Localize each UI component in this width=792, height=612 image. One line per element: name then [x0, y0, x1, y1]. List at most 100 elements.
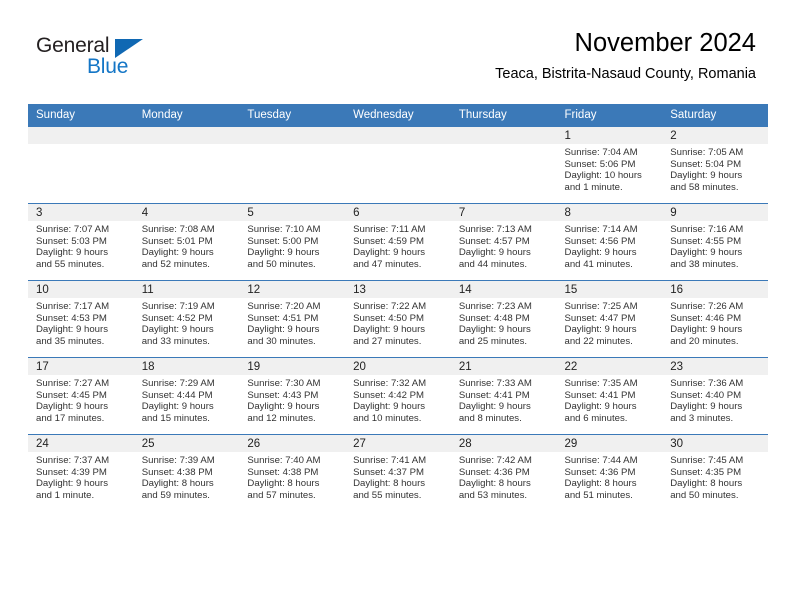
calendar-day-cell[interactable]: 20 Sunrise: 7:32 AM Sunset: 4:42 PM Dayligh…: [345, 357, 451, 435]
calendar-day-cell[interactable]: 29 Sunrise: 7:44 AM Sunset: 4:36 PM Dayligh…: [556, 434, 663, 511]
sunrise-time: Sunrise: 7:11 AM: [353, 224, 426, 235]
calendar-day-cell[interactable]: 27 Sunrise: 7:41 AM Sunset: 4:37 PM Dayligh…: [345, 434, 451, 511]
daylight-line-2: and 38 minutes.: [670, 258, 739, 270]
weekday-header-saturday: Saturday: [662, 104, 768, 127]
daylight-line-1: Daylight: 9 hours: [670, 170, 743, 182]
sunset-time: Sunset: 4:47 PM: [564, 312, 636, 324]
weekday-header-wednesday: Wednesday: [345, 104, 451, 127]
sunrise-time: Sunrise: 7:36 AM: [670, 378, 744, 389]
day-number: 20: [345, 358, 451, 375]
calendar-day-cell[interactable]: 4 Sunrise: 7:08 AM Sunset: 5:01 PM Daylight…: [133, 203, 240, 281]
calendar-day-cell[interactable]: 14 Sunrise: 7:23 AM Sunset: 4:48 PM Dayligh…: [450, 280, 557, 358]
day-details: Sunrise: 7:20 AM Sunset: 4:51 PM Daylight:…: [239, 298, 345, 347]
day-number: 29: [556, 435, 663, 452]
calendar-day-cell[interactable]: 23 Sunrise: 7:36 AM Sunset: 4:40 PM Dayligh…: [662, 357, 768, 435]
day-number: 16: [662, 281, 768, 298]
sunset-time: Sunset: 4:38 PM: [141, 466, 213, 478]
sunrise-time: Sunrise: 7:14 AM: [564, 224, 638, 235]
sunset-time: Sunset: 4:35 PM: [670, 466, 742, 478]
calendar-day-cell[interactable]: 16 Sunrise: 7:26 AM Sunset: 4:46 PM Dayligh…: [662, 280, 768, 358]
calendar-day-cell[interactable]: 7 Sunrise: 7:13 AM Sunset: 4:57 PM Daylight…: [450, 203, 557, 281]
calendar-day-cell[interactable]: 13 Sunrise: 7:22 AM Sunset: 4:50 PM Dayligh…: [345, 280, 451, 358]
calendar-day-cell[interactable]: 8 Sunrise: 7:14 AM Sunset: 4:56 PM Daylight…: [556, 203, 663, 281]
sunset-time: Sunset: 4:38 PM: [247, 466, 319, 478]
calendar-day-cell[interactable]: 12 Sunrise: 7:20 AM Sunset: 4:51 PM Dayligh…: [239, 280, 346, 358]
calendar-day-cell[interactable]: 28 Sunrise: 7:42 AM Sunset: 4:36 PM Dayligh…: [450, 434, 557, 511]
daylight-line-2: and 57 minutes.: [247, 489, 316, 501]
calendar-day-cell[interactable]: 26 Sunrise: 7:40 AM Sunset: 4:38 PM Dayligh…: [239, 434, 346, 511]
day-number: [28, 127, 134, 144]
calendar-day-cell[interactable]: 2 Sunrise: 7:05 AM Sunset: 5:04 PM Daylight…: [662, 127, 768, 204]
calendar-day-cell[interactable]: 21 Sunrise: 7:33 AM Sunset: 4:41 PM Dayligh…: [450, 357, 557, 435]
day-details: Sunrise: 7:29 AM Sunset: 4:44 PM Daylight:…: [134, 375, 240, 424]
day-details: Sunrise: 7:37 AM Sunset: 4:39 PM Daylight:…: [28, 452, 134, 501]
calendar-day-cell[interactable]: 15 Sunrise: 7:25 AM Sunset: 4:47 PM Dayligh…: [556, 280, 663, 358]
sunset-time: Sunset: 5:06 PM: [564, 158, 636, 170]
day-number: [450, 127, 557, 144]
daylight-line-1: Daylight: 9 hours: [458, 324, 531, 336]
daylight-line-1: Daylight: 9 hours: [564, 247, 637, 259]
day-details: Sunrise: 7:39 AM Sunset: 4:38 PM Daylight:…: [134, 452, 240, 501]
day-number: 24: [28, 435, 134, 452]
sunrise-time: Sunrise: 7:07 AM: [36, 224, 110, 235]
calendar-day-cell[interactable]: 9 Sunrise: 7:16 AM Sunset: 4:55 PM Daylight…: [662, 203, 768, 281]
day-number: 2: [662, 127, 768, 144]
sunset-time: Sunset: 4:41 PM: [564, 389, 636, 401]
calendar-day-cell[interactable]: 24 Sunrise: 7:37 AM Sunset: 4:39 PM Dayligh…: [28, 434, 134, 511]
calendar-day-cell[interactable]: 19 Sunrise: 7:30 AM Sunset: 4:43 PM Dayligh…: [239, 357, 346, 435]
calendar-day-cell[interactable]: 17 Sunrise: 7:27 AM Sunset: 4:45 PM Dayligh…: [28, 357, 134, 435]
sunrise-time: Sunrise: 7:42 AM: [458, 455, 532, 466]
sunset-time: Sunset: 4:42 PM: [353, 389, 425, 401]
sunrise-time: Sunrise: 7:13 AM: [458, 224, 532, 235]
day-number: 21: [450, 358, 557, 375]
weekday-header-sunday: Sunday: [28, 104, 134, 127]
calendar-header-row: Sunday Monday Tuesday Wednesday Thursday…: [28, 104, 768, 127]
weekday-header-tuesday: Tuesday: [239, 104, 346, 127]
daylight-line-1: Daylight: 9 hours: [247, 324, 320, 336]
calendar-day-cell[interactable]: 3 Sunrise: 7:07 AM Sunset: 5:03 PM Daylight…: [28, 203, 134, 281]
daylight-line-1: Daylight: 9 hours: [458, 401, 531, 413]
daylight-line-1: Daylight: 9 hours: [141, 324, 214, 336]
sunset-time: Sunset: 4:50 PM: [353, 312, 425, 324]
calendar-day-cell[interactable]: 18 Sunrise: 7:29 AM Sunset: 4:44 PM Dayligh…: [133, 357, 240, 435]
day-number: 10: [28, 281, 134, 298]
daylight-line-1: Daylight: 10 hours: [564, 170, 642, 182]
sunrise-time: Sunrise: 7:27 AM: [36, 378, 110, 389]
daylight-line-1: Daylight: 9 hours: [36, 324, 108, 336]
brand-logo[interactable]: General Blue: [36, 34, 166, 82]
sunset-time: Sunset: 4:51 PM: [247, 312, 319, 324]
calendar-day-cell[interactable]: 11 Sunrise: 7:19 AM Sunset: 4:52 PM Dayligh…: [133, 280, 240, 358]
page-title: November 2024: [574, 29, 756, 57]
daylight-line-2: and 17 minutes.: [36, 412, 105, 424]
day-number: 28: [450, 435, 557, 452]
calendar-day-cell[interactable]: 1 Sunrise: 7:04 AM Sunset: 5:06 PM Daylight…: [556, 127, 663, 204]
sunrise-time: Sunrise: 7:19 AM: [141, 301, 215, 312]
daylight-line-2: and 41 minutes.: [564, 258, 633, 270]
calendar-day-cell-empty: [28, 127, 134, 204]
day-number: 17: [28, 358, 134, 375]
day-number: 4: [133, 204, 240, 221]
sunset-time: Sunset: 4:48 PM: [458, 312, 530, 324]
sunrise-time: Sunrise: 7:29 AM: [141, 378, 215, 389]
sunset-time: Sunset: 4:55 PM: [670, 235, 742, 247]
day-number: [239, 127, 346, 144]
calendar-day-cell[interactable]: 5 Sunrise: 7:10 AM Sunset: 5:00 PM Daylight…: [239, 203, 346, 281]
calendar-day-cell[interactable]: 25 Sunrise: 7:39 AM Sunset: 4:38 PM Dayligh…: [133, 434, 240, 511]
page-header: General Blue November 2024 Teaca, Bistri…: [0, 0, 792, 104]
day-details: Sunrise: 7:11 AM Sunset: 4:59 PM Daylight:…: [345, 221, 451, 270]
day-details: Sunrise: 7:30 AM Sunset: 4:43 PM Daylight:…: [239, 375, 345, 424]
day-number: 8: [556, 204, 663, 221]
calendar-day-cell[interactable]: 10 Sunrise: 7:17 AM Sunset: 4:53 PM Dayligh…: [28, 280, 134, 358]
day-number: [345, 127, 451, 144]
calendar-body: 1 Sunrise: 7:04 AM Sunset: 5:06 PM Daylight…: [28, 127, 768, 511]
day-details: Sunrise: 7:16 AM Sunset: 4:55 PM Daylight:…: [662, 221, 768, 270]
daylight-line-1: Daylight: 9 hours: [36, 247, 108, 259]
day-details: Sunrise: 7:22 AM Sunset: 4:50 PM Daylight:…: [345, 298, 451, 347]
day-details: Sunrise: 7:44 AM Sunset: 4:36 PM Daylight:…: [557, 452, 663, 501]
day-number: 1: [556, 127, 663, 144]
day-details: Sunrise: 7:10 AM Sunset: 5:00 PM Daylight:…: [239, 221, 345, 270]
day-details: Sunrise: 7:08 AM Sunset: 5:01 PM Daylight:…: [134, 221, 240, 270]
calendar-day-cell[interactable]: 30 Sunrise: 7:45 AM Sunset: 4:35 PM Dayligh…: [662, 434, 768, 511]
calendar-day-cell[interactable]: 22 Sunrise: 7:35 AM Sunset: 4:41 PM Dayligh…: [556, 357, 663, 435]
calendar-day-cell[interactable]: 6 Sunrise: 7:11 AM Sunset: 4:59 PM Daylight…: [345, 203, 451, 281]
